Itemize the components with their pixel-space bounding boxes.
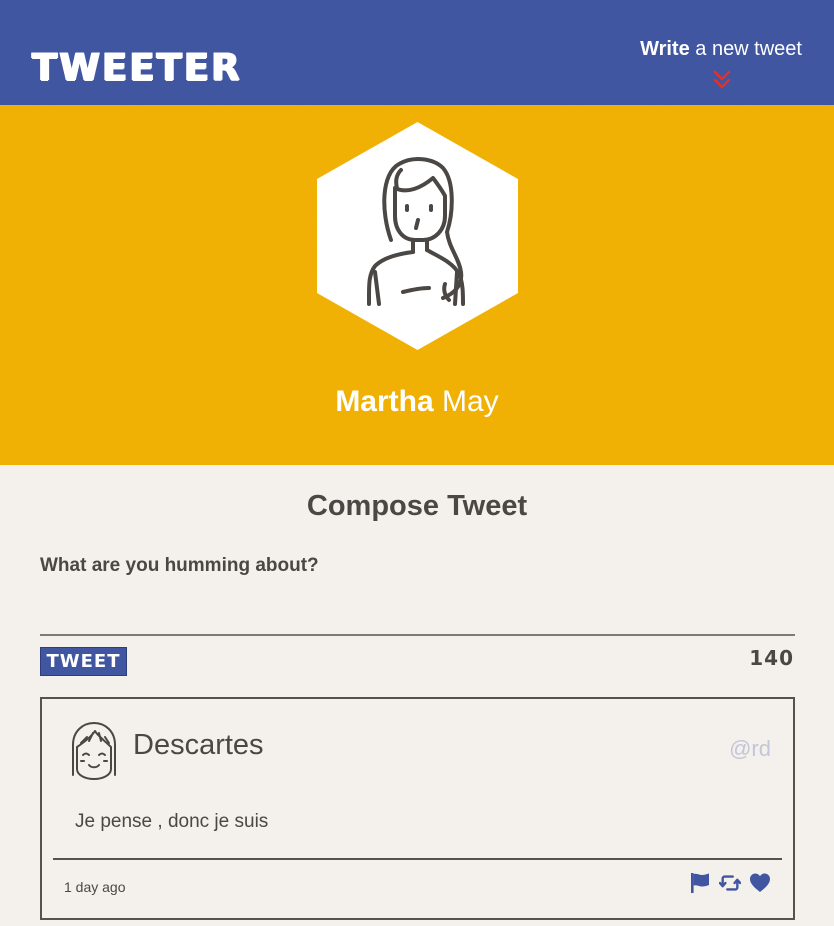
- compose-label: What are you humming about?: [40, 555, 319, 576]
- write-new-tweet-link[interactable]: Write a new tweet: [640, 38, 802, 61]
- tweet-content: Je pense , donc je suis: [75, 811, 269, 832]
- tweet-textarea[interactable]: [40, 590, 795, 636]
- girl-avatar-icon: [72, 722, 116, 780]
- top-nav: TWEETER Write a new tweet: [0, 0, 834, 105]
- tweet-card: Descartes @rd Je pense , donc je suis 1 …: [40, 697, 795, 920]
- flag-icon[interactable]: [689, 872, 711, 894]
- double-chevron-down-icon[interactable]: [713, 70, 731, 90]
- profile-last-name: May: [433, 385, 499, 418]
- brand-logo[interactable]: TWEETER: [32, 48, 242, 88]
- tweet-author-name: Descartes: [133, 729, 264, 761]
- heart-icon[interactable]: [749, 872, 771, 894]
- write-link-bold: Write: [640, 38, 690, 60]
- tweet-actions: [689, 871, 771, 895]
- profile-name: Martha May: [0, 382, 834, 422]
- profile-first-name: Martha: [335, 385, 434, 418]
- tweet-button[interactable]: TWEET: [40, 647, 127, 676]
- tweet-author-handle: @rd: [729, 736, 771, 761]
- write-link-rest: a new tweet: [689, 38, 802, 60]
- woman-avatar-icon: [317, 122, 518, 350]
- compose-title: Compose Tweet: [306, 490, 528, 522]
- tweet-timestamp: 1 day ago: [64, 879, 126, 895]
- retweet-icon[interactable]: [719, 872, 741, 894]
- tweet-divider: [53, 858, 782, 860]
- character-counter: 140: [749, 646, 794, 670]
